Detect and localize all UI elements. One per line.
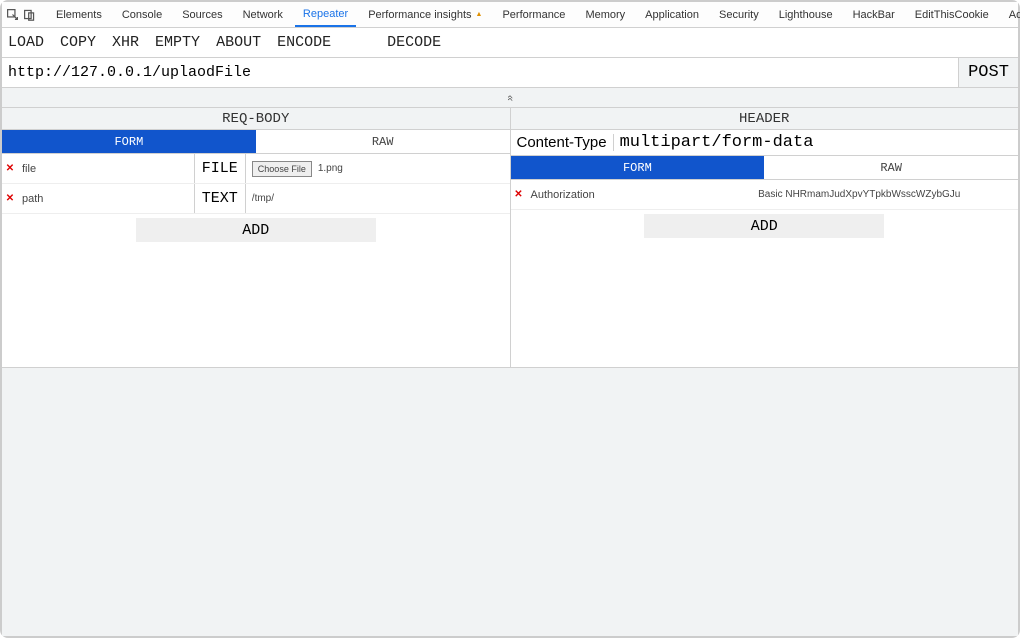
content-type-row: Content-Type xyxy=(511,130,1019,156)
header-tab-raw[interactable]: RAW xyxy=(764,156,1018,180)
tab-editthiscookie[interactable]: EditThisCookie xyxy=(907,2,997,27)
tab-hackbar[interactable]: HackBar xyxy=(845,2,903,27)
tab-adblock[interactable]: AdBlock xyxy=(1001,2,1020,27)
row-value: Choose File 1.png xyxy=(246,154,510,183)
tab-application[interactable]: Application xyxy=(637,2,707,27)
devtools-tab-bar: Elements Console Sources Network Repeate… xyxy=(2,2,1018,28)
request-columns: REQ-BODY FORM RAW ✕ file FILE Choose Fil… xyxy=(2,108,1018,368)
header-add-button[interactable]: ADD xyxy=(644,214,884,238)
req-body-add-button[interactable]: ADD xyxy=(136,218,376,242)
row-value xyxy=(752,180,1018,209)
tab-performance-insights[interactable]: Performance insights xyxy=(360,2,490,27)
header-tab-form[interactable]: FORM xyxy=(511,156,765,180)
row-value-input[interactable] xyxy=(252,193,504,204)
collapse-bar[interactable]: « xyxy=(2,88,1018,108)
delete-row-button[interactable]: ✕ xyxy=(2,154,18,183)
tab-console[interactable]: Console xyxy=(114,2,170,27)
tab-sources[interactable]: Sources xyxy=(174,2,230,27)
tab-elements[interactable]: Elements xyxy=(48,2,110,27)
empty-button[interactable]: EMPTY xyxy=(155,34,200,51)
response-area xyxy=(2,368,1018,636)
row-value xyxy=(246,184,510,213)
req-body-panel: REQ-BODY FORM RAW ✕ file FILE Choose Fil… xyxy=(2,108,511,367)
selected-filename: 1.png xyxy=(318,163,343,174)
row-type-select[interactable]: FILE xyxy=(194,154,246,183)
about-button[interactable]: ABOUT xyxy=(216,34,261,51)
tab-security[interactable]: Security xyxy=(711,2,767,27)
device-toolbar-icon[interactable] xyxy=(23,7,36,23)
tab-memory[interactable]: Memory xyxy=(577,2,633,27)
header-subtabs: FORM RAW xyxy=(511,156,1019,180)
tab-repeater[interactable]: Repeater xyxy=(295,2,356,27)
http-method-select[interactable]: POST xyxy=(958,58,1018,87)
encode-button[interactable]: ENCODE xyxy=(277,34,331,51)
load-button[interactable]: LOAD xyxy=(8,34,44,51)
row-key[interactable]: path xyxy=(18,184,194,213)
req-body-tab-raw[interactable]: RAW xyxy=(256,130,510,154)
header-row: ✕ Authorization xyxy=(511,180,1019,210)
row-value-input[interactable] xyxy=(758,189,1012,200)
req-body-row: ✕ path TEXT xyxy=(2,184,510,214)
url-row: POST xyxy=(2,58,1018,88)
copy-button[interactable]: COPY xyxy=(60,34,96,51)
content-type-label: Content-Type xyxy=(511,134,614,151)
req-body-subtabs: FORM RAW xyxy=(2,130,510,154)
header-title: HEADER xyxy=(511,108,1019,130)
header-panel: HEADER Content-Type FORM RAW ✕ Authoriza… xyxy=(511,108,1019,367)
tab-performance[interactable]: Performance xyxy=(494,2,573,27)
req-body-title: REQ-BODY xyxy=(2,108,510,130)
inspect-icon[interactable] xyxy=(6,7,19,23)
choose-file-button[interactable]: Choose File xyxy=(252,161,312,177)
delete-row-button[interactable]: ✕ xyxy=(2,184,18,213)
repeater-action-bar: LOAD COPY XHR EMPTY ABOUT ENCODE DECODE xyxy=(2,28,1018,58)
collapse-icon: « xyxy=(504,94,516,100)
header-rows: ✕ Authorization xyxy=(511,180,1019,210)
row-type-select[interactable]: TEXT xyxy=(194,184,246,213)
tab-network[interactable]: Network xyxy=(235,2,291,27)
row-key[interactable]: Authorization xyxy=(527,180,753,209)
row-key[interactable]: file xyxy=(18,154,194,183)
tab-lighthouse[interactable]: Lighthouse xyxy=(771,2,841,27)
xhr-button[interactable]: XHR xyxy=(112,34,139,51)
req-body-row: ✕ file FILE Choose File 1.png xyxy=(2,154,510,184)
decode-button[interactable]: DECODE xyxy=(387,34,441,51)
req-body-tab-form[interactable]: FORM xyxy=(2,130,256,154)
url-input[interactable] xyxy=(2,58,958,87)
delete-row-button[interactable]: ✕ xyxy=(511,180,527,209)
req-body-rows: ✕ file FILE Choose File 1.png ✕ path TEX… xyxy=(2,154,510,214)
content-type-input[interactable] xyxy=(614,133,1018,152)
